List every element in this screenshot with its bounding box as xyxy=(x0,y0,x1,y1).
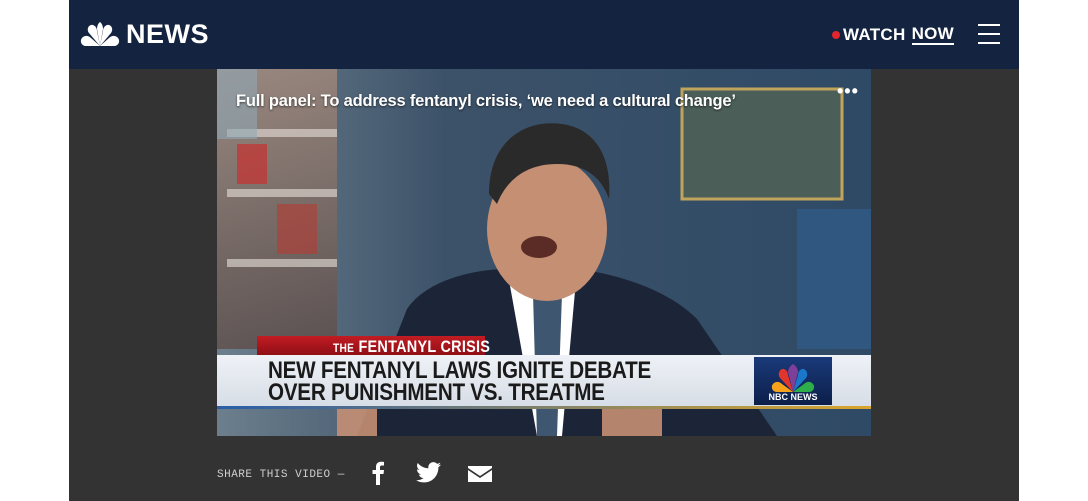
nbc-news-logo[interactable]: NEWS xyxy=(80,18,209,50)
network-bug-label: NBC NEWS xyxy=(768,392,818,402)
lower-third-accent-line xyxy=(217,406,871,409)
share-bar: SHARE THIS VIDEO — xyxy=(217,462,345,488)
peacock-icon xyxy=(80,22,120,46)
video-player[interactable]: Full panel: To address fentanyl crisis, … xyxy=(217,69,871,436)
watch-now-link[interactable]: WATCH NOW xyxy=(832,24,955,46)
lower-third-headline-line2: OVER PUNISHMENT VS. TREATME xyxy=(268,379,605,406)
facebook-icon[interactable] xyxy=(371,461,385,485)
hamburger-menu-icon[interactable] xyxy=(978,24,1000,44)
lower-third-tag-title: FENTANYL CRISIS xyxy=(358,337,491,356)
watch-label: WATCH xyxy=(843,25,906,44)
network-bug: NBC NEWS xyxy=(754,357,832,405)
share-label: SHARE THIS VIDEO — xyxy=(217,469,345,481)
site-header: NEWS WATCH NOW xyxy=(69,0,1019,69)
lower-third-tag: THE FENTANYL CRISIS xyxy=(333,337,490,357)
twitter-icon[interactable] xyxy=(416,462,441,483)
now-label: NOW xyxy=(911,24,955,45)
more-options-icon[interactable]: ••• xyxy=(837,81,859,102)
video-title: Full panel: To address fentanyl crisis, … xyxy=(236,92,736,110)
logo-wordmark: NEWS xyxy=(126,18,209,49)
peacock-color-icon xyxy=(771,364,815,392)
live-dot-icon xyxy=(832,31,840,39)
email-icon[interactable] xyxy=(468,466,492,482)
lower-third-tag-prefix: THE xyxy=(333,341,355,355)
page-background: NEWS WATCH NOW Full panel: To address fe… xyxy=(69,0,1019,501)
